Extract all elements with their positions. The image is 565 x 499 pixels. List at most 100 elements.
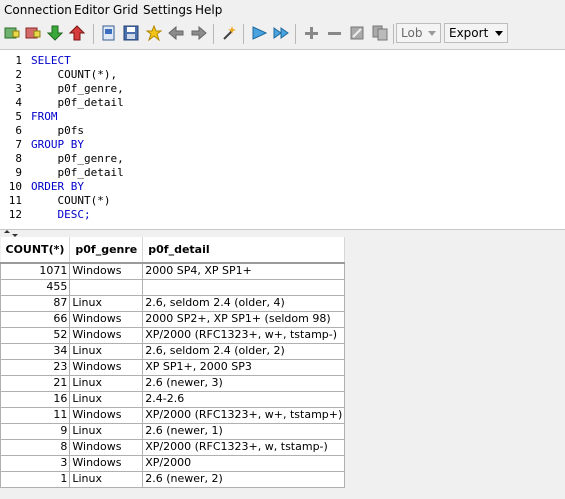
cell-count[interactable]: 455 xyxy=(0,278,71,296)
cell-genre[interactable]: Linux xyxy=(69,342,144,360)
sql-editor[interactable]: 1 SELECT 2 COUNT(*), 3 p0f_genre, 4 p0f_deta… xyxy=(0,49,565,230)
run-all-icon[interactable] xyxy=(272,24,290,42)
table-row[interactable]: 87 Linux 2.6, seldom 2.4 (older, 4) xyxy=(0,294,346,312)
cell-count[interactable]: 1071 xyxy=(0,262,71,280)
table-row[interactable]: 1 Linux 2.6 (newer, 2) xyxy=(0,470,346,488)
table-row[interactable]: 34 Linux 2.6, seldom 2.4 (older, 2) xyxy=(0,342,346,360)
table-row[interactable]: 11 Windows XP/2000 (RFC1323+, w+, tstamp+) xyxy=(0,406,346,424)
table-row[interactable]: 455 xyxy=(0,278,346,296)
lob-label: Lob xyxy=(401,26,423,40)
cell-detail[interactable]: 2.6 (newer, 2) xyxy=(142,470,346,488)
column-header-count[interactable]: COUNT(*) xyxy=(0,237,71,264)
code-text: p0f_detail xyxy=(31,166,124,179)
table-row[interactable]: 66 Windows 2000 SP2+, XP SP1+ (seldom 98) xyxy=(0,310,346,328)
code-text: p0f_genre, xyxy=(31,82,124,95)
favorite-star-icon[interactable] xyxy=(145,24,163,42)
line-number: 7 xyxy=(15,138,22,151)
code-text: ORDER BY xyxy=(31,180,84,193)
edit-icon[interactable] xyxy=(348,24,366,42)
line-number: 2 xyxy=(15,68,22,81)
table-row[interactable]: 16 Linux 2.4-2.6 xyxy=(0,390,346,408)
cell-genre[interactable]: Windows xyxy=(69,438,144,456)
back-arrow-icon[interactable] xyxy=(167,24,185,42)
document-icon[interactable] xyxy=(100,24,118,42)
cell-count[interactable]: 21 xyxy=(0,374,71,392)
line-number: 9 xyxy=(15,166,22,179)
connect-icon[interactable] xyxy=(3,24,21,42)
column-header-genre[interactable]: p0f_genre xyxy=(69,237,144,264)
cell-count[interactable]: 11 xyxy=(0,406,71,424)
table-row[interactable]: 9 Linux 2.6 (newer, 1) xyxy=(0,422,346,440)
cell-count[interactable]: 3 xyxy=(0,454,71,472)
forward-arrow-icon[interactable] xyxy=(190,24,208,42)
line-number: 11 xyxy=(8,194,22,207)
cell-count[interactable]: 23 xyxy=(0,358,71,376)
table-row[interactable]: 52 Windows XP/2000 (RFC1323+, w+, tstamp-) xyxy=(0,326,346,344)
table-row[interactable]: 3 Windows XP/2000 xyxy=(0,454,346,472)
splitter-handle[interactable] xyxy=(0,230,565,237)
cell-genre[interactable]: Linux xyxy=(69,422,144,440)
cell-count[interactable]: 66 xyxy=(0,310,71,328)
cell-detail[interactable]: 2.6 (newer, 1) xyxy=(142,422,346,440)
cell-genre[interactable]: Windows xyxy=(69,358,144,376)
cell-genre[interactable]: Windows xyxy=(69,310,144,328)
cell-count[interactable]: 16 xyxy=(0,390,71,408)
cell-genre[interactable]: Windows xyxy=(69,454,144,472)
table-row[interactable]: 21 Linux 2.6 (newer, 3) xyxy=(0,374,346,392)
delete-row-icon[interactable] xyxy=(325,24,343,42)
cell-detail[interactable]: 2000 SP2+, XP SP1+ (seldom 98) xyxy=(142,310,346,328)
cell-genre[interactable]: Linux xyxy=(69,390,144,408)
toolbar-separator xyxy=(213,24,214,44)
cell-detail[interactable]: XP/2000 xyxy=(142,454,346,472)
cell-detail[interactable]: XP/2000 (RFC1323+, w, tstamp-) xyxy=(142,438,346,456)
cell-detail[interactable]: 2.6, seldom 2.4 (older, 2) xyxy=(142,342,346,360)
code-text: SELECT xyxy=(31,54,71,67)
column-header-detail[interactable]: p0f_detail xyxy=(142,237,346,264)
cell-detail[interactable]: XP/2000 (RFC1323+, w+, tstamp+) xyxy=(142,406,346,424)
cell-detail[interactable]: 2.4-2.6 xyxy=(142,390,346,408)
cell-count[interactable]: 8 xyxy=(0,438,71,456)
table-row[interactable]: 8 Windows XP/2000 (RFC1323+, w, tstamp-) xyxy=(0,438,346,456)
table-row[interactable]: 23 Windows XP SP1+, 2000 SP3 xyxy=(0,358,346,376)
cell-detail[interactable]: 2.6 (newer, 3) xyxy=(142,374,346,392)
cell-genre[interactable]: Windows xyxy=(69,326,144,344)
menu-editor[interactable]: Editor xyxy=(74,3,110,17)
cell-count[interactable]: 34 xyxy=(0,342,71,360)
cell-count[interactable]: 52 xyxy=(0,326,71,344)
cell-genre[interactable]: Windows xyxy=(69,406,144,424)
cell-count[interactable]: 87 xyxy=(0,294,71,312)
cell-detail[interactable] xyxy=(142,278,346,296)
code-text: COUNT(*), xyxy=(31,68,118,81)
lob-dropdown[interactable]: Lob xyxy=(396,23,441,43)
cell-genre[interactable]: Linux xyxy=(69,374,144,392)
table-row[interactable]: 1071 Windows 2000 SP4, XP SP1+ xyxy=(0,262,346,280)
execute-down-icon[interactable] xyxy=(46,24,64,42)
export-dropdown[interactable]: Export xyxy=(444,23,508,43)
stop-up-icon[interactable] xyxy=(68,24,86,42)
run-icon[interactable] xyxy=(250,24,268,42)
copy-icon[interactable] xyxy=(371,24,389,42)
cell-genre[interactable]: Windows xyxy=(69,262,144,280)
save-icon[interactable] xyxy=(122,24,140,42)
menu-connection[interactable]: Connection xyxy=(4,3,72,17)
menu-grid[interactable]: Grid xyxy=(113,3,138,17)
cell-detail[interactable]: XP SP1+, 2000 SP3 xyxy=(142,358,346,376)
cell-genre[interactable]: Linux xyxy=(69,294,144,312)
cell-detail[interactable]: 2000 SP4, XP SP1+ xyxy=(142,262,346,280)
cell-count[interactable]: 1 xyxy=(0,470,71,488)
magic-wand-icon[interactable] xyxy=(220,24,238,42)
disconnect-icon[interactable] xyxy=(24,24,42,42)
code-text: p0f_genre, xyxy=(31,152,124,165)
cell-detail[interactable]: XP/2000 (RFC1323+, w+, tstamp-) xyxy=(142,326,346,344)
line-number: 3 xyxy=(15,82,22,95)
menu-settings[interactable]: Settings xyxy=(143,3,192,17)
add-row-icon[interactable] xyxy=(302,24,320,42)
cell-genre[interactable]: Linux xyxy=(69,470,144,488)
cell-count[interactable]: 9 xyxy=(0,422,71,440)
toolbar-separator xyxy=(295,24,296,44)
collapse-arrows-icon[interactable] xyxy=(2,230,22,237)
cell-detail[interactable]: 2.6, seldom 2.4 (older, 4) xyxy=(142,294,346,312)
chevron-down-icon xyxy=(428,31,436,36)
menu-help[interactable]: Help xyxy=(195,3,222,17)
cell-genre[interactable] xyxy=(69,278,144,296)
